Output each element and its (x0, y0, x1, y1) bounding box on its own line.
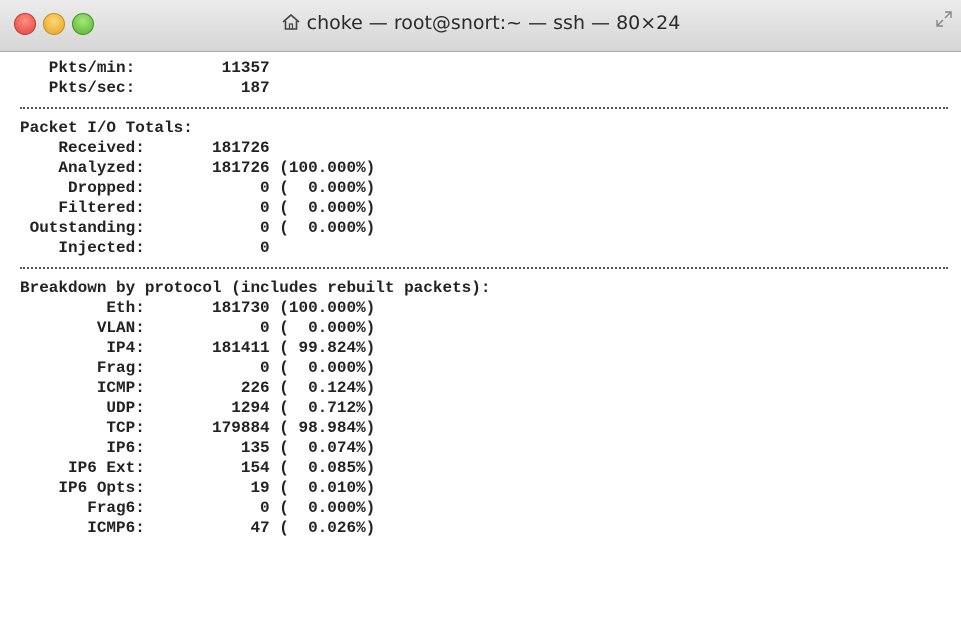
terminal-output[interactable]: Pkts/min: 11357 Pkts/sec: 187 Packet I/O … (0, 52, 961, 621)
pkts-min-row: Pkts/min: 11357 (20, 58, 270, 78)
protocol-row: IP4: 181411 ( 99.824%) (20, 338, 375, 358)
row-label: Injected: (20, 239, 145, 257)
row-percent: ( 0.010%) (269, 479, 376, 497)
row-value: 1294 (144, 399, 270, 417)
row-label: Frag: (20, 359, 145, 377)
row-percent: ( 0.124%) (269, 379, 376, 397)
protocol-row: UDP: 1294 ( 0.712%) (20, 398, 375, 418)
row-percent: ( 0.074%) (269, 439, 376, 457)
pkts-sec-row: Pkts/sec: 187 (20, 78, 270, 98)
row-value: 181730 (144, 299, 270, 317)
row-value: 0 (144, 179, 270, 197)
row-percent: ( 0.085%) (269, 459, 376, 477)
protocol-row: ICMP6: 47 ( 0.026%) (20, 518, 375, 538)
row-percent: ( 0.026%) (269, 519, 376, 537)
row-percent: ( 98.984%) (269, 419, 376, 437)
row-percent: ( 0.000%) (269, 319, 376, 337)
row-value: 0 (144, 319, 270, 337)
row-value: 11357 (135, 59, 270, 77)
io-row: Injected: 0 (20, 238, 270, 258)
home-icon (282, 14, 300, 30)
row-label: IP6 Opts: (20, 479, 145, 497)
row-label: UDP: (20, 399, 145, 417)
row-value: 187 (135, 79, 270, 97)
row-value: 0 (144, 359, 270, 377)
protocol-row: TCP: 179884 ( 98.984%) (20, 418, 375, 438)
row-percent: ( 0.000%) (269, 499, 376, 517)
row-label: Received: (20, 139, 145, 157)
protocol-row: IP6: 135 ( 0.074%) (20, 438, 375, 458)
row-label: ICMP: (20, 379, 145, 397)
row-label: Dropped: (20, 179, 145, 197)
row-value: 226 (144, 379, 270, 397)
row-value: 181726 (144, 159, 270, 177)
row-percent: (100.000%) (269, 299, 376, 317)
protocol-row: VLAN: 0 ( 0.000%) (20, 318, 375, 338)
row-label: Pkts/sec: (20, 79, 136, 97)
row-value: 0 (144, 499, 270, 517)
row-percent: (100.000%) (269, 159, 376, 177)
protocol-row: Eth: 181730 (100.000%) (20, 298, 375, 318)
row-value: 154 (144, 459, 270, 477)
io-row: Outstanding: 0 ( 0.000%) (20, 218, 376, 238)
row-percent: ( 0.000%) (269, 179, 376, 197)
separator-line (20, 267, 948, 269)
row-label: Filtered: (20, 199, 145, 217)
row-value: 181411 (144, 339, 270, 357)
row-label: Pkts/min: (20, 59, 136, 77)
row-value: 0 (144, 239, 270, 257)
row-percent: ( 0.712%) (269, 399, 376, 417)
io-row: Dropped: 0 ( 0.000%) (20, 178, 375, 198)
row-percent: ( 0.000%) (269, 199, 376, 217)
row-value: 135 (144, 439, 270, 457)
io-totals-header: Packet I/O Totals: (20, 119, 193, 137)
io-row: Analyzed: 181726 (100.000%) (20, 158, 375, 178)
row-label: IP6: (20, 439, 145, 457)
window-title: choke — root@snort:~ — ssh — 80×24 (306, 12, 681, 34)
title-bar[interactable]: choke — root@snort:~ — ssh — 80×24 (0, 0, 961, 52)
protocol-breakdown-header: Breakdown by protocol (includes rebuilt … (20, 279, 491, 297)
protocol-row: Frag6: 0 ( 0.000%) (20, 498, 375, 518)
row-value: 181726 (144, 139, 270, 157)
protocol-row: ICMP: 226 ( 0.124%) (20, 378, 375, 398)
protocol-row: Frag: 0 ( 0.000%) (20, 358, 375, 378)
window-title-wrap: choke — root@snort:~ — ssh — 80×24 (0, 12, 961, 34)
row-label: TCP: (20, 419, 145, 437)
row-value: 47 (144, 519, 270, 537)
row-label: Outstanding: (20, 219, 145, 237)
row-label: VLAN: (20, 319, 145, 337)
terminal-window: choke — root@snort:~ — ssh — 80×24 Pkts/… (0, 0, 961, 621)
row-label: Analyzed: (20, 159, 145, 177)
row-label: Eth: (20, 299, 145, 317)
row-label: ICMP6: (20, 519, 145, 537)
row-label: IP6 Ext: (20, 459, 145, 477)
io-row: Received: 181726 (20, 138, 270, 158)
row-percent: ( 0.000%) (269, 219, 376, 237)
resize-icon[interactable] (935, 10, 953, 28)
protocol-row: IP6 Ext: 154 ( 0.085%) (20, 458, 375, 478)
row-percent: ( 99.824%) (269, 339, 376, 357)
io-row: Filtered: 0 ( 0.000%) (20, 198, 375, 218)
row-value: 0 (144, 219, 270, 237)
row-value: 179884 (144, 419, 270, 437)
row-percent: ( 0.000%) (269, 359, 376, 377)
separator-line (20, 107, 948, 109)
row-value: 0 (144, 199, 270, 217)
row-value: 19 (144, 479, 270, 497)
row-label: Frag6: (20, 499, 145, 517)
row-label: IP4: (20, 339, 145, 357)
protocol-row: IP6 Opts: 19 ( 0.010%) (20, 478, 375, 498)
